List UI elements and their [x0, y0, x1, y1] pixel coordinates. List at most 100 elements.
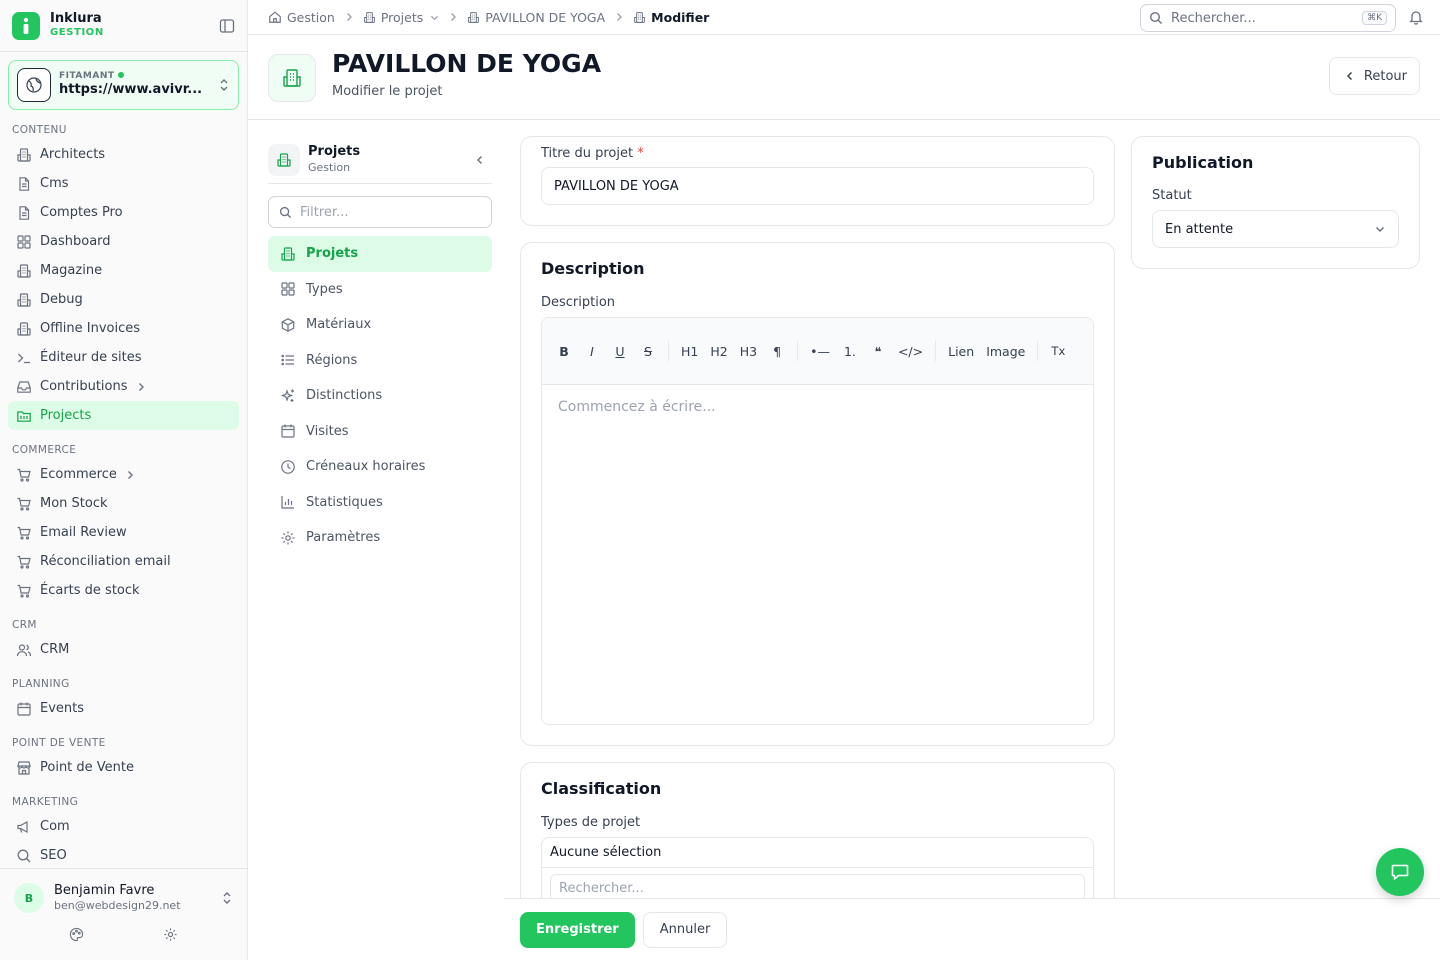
- sidebar-item-email-review[interactable]: Email Review: [8, 518, 239, 547]
- building-icon: [16, 263, 32, 279]
- building-icon: [467, 11, 480, 24]
- sidebar-item-ecarts-de-stock[interactable]: Écarts de stock: [8, 576, 239, 605]
- strikethrough-button[interactable]: S: [634, 337, 662, 365]
- cart-icon: [16, 583, 32, 599]
- chevron-left-icon[interactable]: [474, 154, 486, 166]
- avatar: B: [14, 883, 44, 913]
- chevron-right-icon: [448, 12, 458, 22]
- sidebar-item-architects[interactable]: Architects: [8, 140, 239, 169]
- palette-icon[interactable]: [69, 927, 84, 946]
- global-search[interactable]: ⌘K: [1140, 4, 1396, 32]
- publication-card-title: Publication: [1152, 153, 1254, 172]
- search-input[interactable]: [1171, 10, 1363, 26]
- editor-content[interactable]: Commencez à écrire...: [542, 385, 1093, 429]
- sidebar-item-comptes-pro[interactable]: Comptes Pro: [8, 198, 239, 227]
- publication-card: Publication Statut En attente: [1131, 136, 1420, 269]
- sidebar-item-editeur-de-sites[interactable]: Éditeur de sites: [8, 343, 239, 372]
- subnav-item-materiaux[interactable]: Matériaux: [268, 307, 492, 343]
- building-icon: [363, 11, 376, 24]
- sidebar-item-mon-stock[interactable]: Mon Stock: [8, 489, 239, 518]
- subnav-item-distinctions[interactable]: Distinctions: [268, 378, 492, 414]
- sidebar-section-title: CRM: [12, 619, 37, 631]
- subnav-item-parametres[interactable]: Paramètres: [268, 520, 492, 556]
- subnav-item-visites[interactable]: Visites: [268, 414, 492, 450]
- chat-button[interactable]: [1376, 848, 1424, 896]
- sidebar-item-contributions[interactable]: Contributions: [8, 372, 239, 401]
- brand-subtitle: GESTION: [50, 27, 104, 39]
- sidebar-item-label: Offline Invoices: [40, 321, 141, 336]
- building-icon: [268, 54, 316, 102]
- project-types-search-input[interactable]: [559, 880, 1076, 896]
- save-button[interactable]: Enregistrer: [520, 911, 635, 948]
- sidebar-item-point-de-vente[interactable]: Point de Vente: [8, 753, 239, 782]
- bell-icon[interactable]: [1408, 9, 1424, 25]
- subnav-item-statistiques[interactable]: Statistiques: [268, 485, 492, 521]
- clock-icon: [280, 459, 296, 475]
- heading-1-button[interactable]: H1: [675, 337, 704, 365]
- chevron-left-icon: [1344, 70, 1356, 82]
- breadcrumb-item-pavillon-de-yoga[interactable]: PAVILLON DE YOGA: [467, 10, 605, 25]
- sidebar-item-seo[interactable]: SEO: [8, 841, 239, 868]
- subnav-item-types[interactable]: Types: [268, 272, 492, 308]
- user-email: ben@webdesign29.net: [54, 899, 181, 913]
- paragraph-button[interactable]: ¶: [763, 337, 791, 365]
- breadcrumb-item-projets[interactable]: Projets: [363, 10, 439, 25]
- sidebar-item-label: Point de Vente: [40, 760, 135, 775]
- search-icon: [1149, 11, 1163, 25]
- underline-button[interactable]: U: [606, 337, 634, 365]
- section-filter[interactable]: [268, 196, 492, 228]
- subnav-item-creneaux-horaires[interactable]: Créneaux horaires: [268, 449, 492, 485]
- sidebar-item-com[interactable]: Com: [8, 812, 239, 841]
- breadcrumb-item-gestion[interactable]: Gestion: [268, 10, 335, 25]
- terminal-icon: [16, 350, 32, 366]
- sidebar-item-magazine[interactable]: Magazine: [8, 256, 239, 285]
- sidebar-item-debug[interactable]: Debug: [8, 285, 239, 314]
- chevron-right-icon: [344, 12, 354, 22]
- chart-icon: [280, 494, 296, 510]
- globe-icon: [17, 68, 51, 102]
- sidebar-item-dashboard[interactable]: Dashboard: [8, 227, 239, 256]
- sidebar-item-events[interactable]: Events: [8, 694, 239, 723]
- heading-3-button[interactable]: H3: [734, 337, 763, 365]
- chevron-down-icon[interactable]: [430, 13, 439, 22]
- gear-icon[interactable]: [163, 927, 178, 946]
- bold-button[interactable]: B: [550, 337, 578, 365]
- sidebar-item-crm[interactable]: CRM: [8, 635, 239, 664]
- back-button[interactable]: Retour: [1328, 57, 1420, 95]
- sidebar-toggle-icon[interactable]: [219, 18, 235, 34]
- bullet-list-button[interactable]: •—: [804, 337, 836, 365]
- italic-button[interactable]: I: [578, 337, 606, 365]
- file-icon: [16, 176, 32, 192]
- ordered-list-button[interactable]: 1.: [836, 337, 864, 365]
- form-actions-bar: Enregistrer Annuler: [504, 898, 1440, 960]
- sidebar-nav: CONTENU Architects Cms Comptes Pro Dashboard…: [0, 116, 247, 868]
- sidebar-item-cms[interactable]: Cms: [8, 169, 239, 198]
- subnav-item-projets[interactable]: Projets: [268, 236, 492, 272]
- heading-2-button[interactable]: H2: [704, 337, 733, 365]
- description-card-title: Description: [541, 259, 645, 278]
- link-button[interactable]: Lien: [942, 337, 980, 365]
- quote-button[interactable]: ❝: [864, 337, 892, 365]
- section-nav-header: Projets Gestion: [268, 136, 492, 184]
- filter-input[interactable]: [300, 204, 481, 220]
- site-switcher[interactable]: FITAMANT https://www.avivr...: [8, 60, 239, 110]
- code-button[interactable]: </>: [892, 337, 929, 365]
- site-label: FITAMANT: [59, 70, 115, 81]
- project-types-value[interactable]: Aucune sélection: [542, 838, 1093, 868]
- clear-format-button[interactable]: Tx: [1044, 337, 1072, 365]
- user-menu[interactable]: B Benjamin Favre ben@webdesign29.net: [0, 869, 247, 913]
- cart-icon: [16, 467, 32, 483]
- subnav-item-regions[interactable]: Régions: [268, 343, 492, 379]
- sidebar-item-label: Email Review: [40, 525, 127, 540]
- cancel-button[interactable]: Annuler: [642, 911, 728, 948]
- image-button[interactable]: Image: [980, 337, 1031, 365]
- sidebar-item-projects[interactable]: Projects: [8, 401, 239, 430]
- sidebar-item-reconciliation-email[interactable]: Réconciliation email: [8, 547, 239, 576]
- sidebar-item-offline-invoices[interactable]: Offline Invoices: [8, 314, 239, 343]
- sidebar-item-ecommerce[interactable]: Ecommerce: [8, 460, 239, 489]
- status-select[interactable]: En attente: [1152, 210, 1399, 248]
- breadcrumb-label: Modifier: [651, 9, 710, 25]
- sidebar-item-label: Magazine: [40, 263, 103, 278]
- chevron-right-icon: [136, 382, 146, 392]
- project-title-input[interactable]: [541, 167, 1094, 205]
